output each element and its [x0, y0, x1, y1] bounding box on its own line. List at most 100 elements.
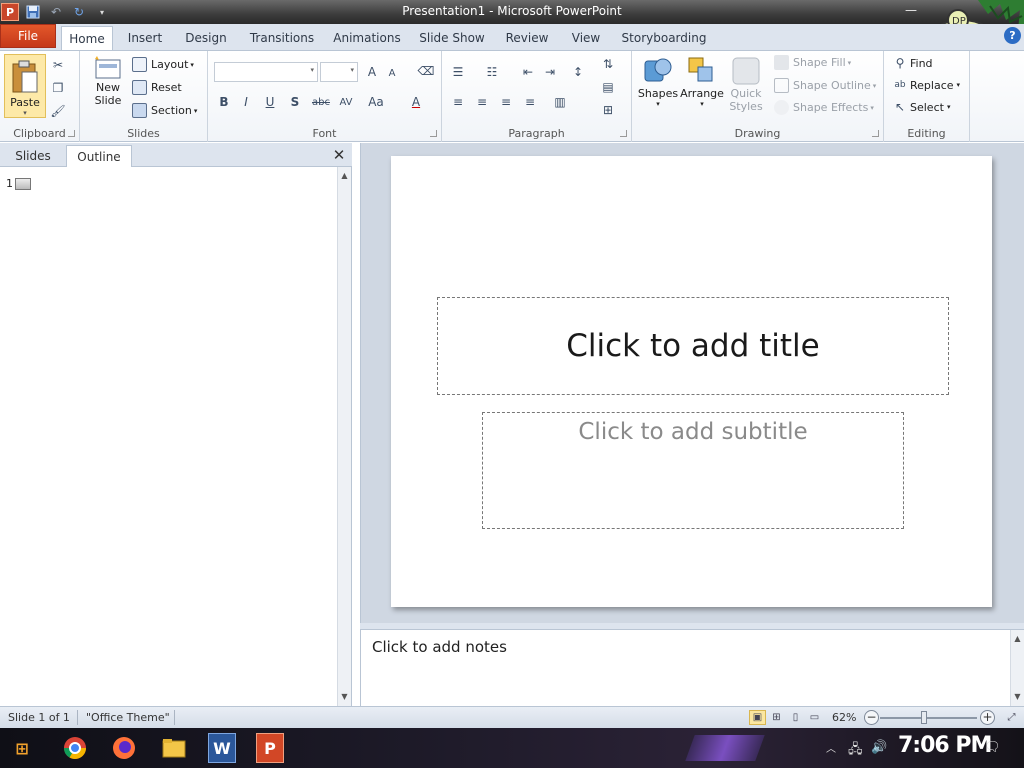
paragraph-launcher-icon[interactable]: [620, 130, 627, 137]
zoom-in-icon[interactable]: +: [980, 710, 995, 725]
strikethrough-button[interactable]: abc: [310, 94, 332, 110]
align-text-icon[interactable]: ▤: [600, 79, 616, 95]
select-button[interactable]: ↖ Select ▾: [892, 99, 950, 115]
reset-button[interactable]: Reset: [132, 80, 182, 95]
clipboard-launcher-icon[interactable]: [68, 130, 75, 137]
tab-slides[interactable]: Slides: [2, 145, 64, 167]
copy-icon[interactable]: ❐: [50, 80, 66, 96]
drawing-group-label: Drawing: [734, 127, 781, 140]
powerpoint-icon[interactable]: P: [256, 733, 284, 763]
volume-icon[interactable]: 🔊: [871, 740, 887, 755]
replace-button[interactable]: ab Replace ▾: [892, 77, 960, 93]
arrange-button[interactable]: Arrange ▾: [680, 55, 724, 121]
shape-outline-button[interactable]: Shape Outline ▾: [774, 78, 876, 93]
notes-scroll-down-icon[interactable]: ▼: [1011, 690, 1024, 704]
notes-placeholder[interactable]: Click to add notes: [372, 638, 507, 656]
normal-view-icon[interactable]: ▣: [749, 710, 766, 725]
shape-effects-icon: [774, 100, 789, 115]
quick-styles-button[interactable]: Quick Styles: [724, 55, 768, 121]
new-slide-button[interactable]: New Slide: [88, 55, 128, 121]
outline-slide-item[interactable]: 1: [6, 177, 31, 190]
drawing-launcher-icon[interactable]: [872, 130, 879, 137]
tab-storyboarding[interactable]: Storyboarding: [618, 26, 710, 50]
tray-overflow-icon[interactable]: ︿: [826, 740, 836, 755]
shapes-button[interactable]: Shapes ▾: [636, 55, 680, 121]
minimize-button[interactable]: —: [898, 3, 924, 21]
shape-effects-button[interactable]: Shape Effects ▾: [774, 100, 874, 115]
shrink-font-icon[interactable]: A: [384, 65, 400, 81]
scroll-down-icon[interactable]: ▼: [338, 690, 351, 704]
slide-sorter-view-icon[interactable]: ⊞: [768, 710, 785, 725]
file-tab[interactable]: File: [0, 24, 56, 48]
clear-formatting-icon[interactable]: ⌫: [418, 63, 435, 79]
zoom-level[interactable]: 62%: [832, 711, 856, 724]
italic-button[interactable]: I: [238, 94, 254, 110]
tab-transitions[interactable]: Transitions: [244, 26, 320, 50]
scroll-up-icon[interactable]: ▲: [338, 169, 351, 183]
arrange-icon: [688, 57, 713, 82]
align-center-icon[interactable]: ≡: [474, 94, 490, 110]
section-button[interactable]: Section ▾: [132, 103, 197, 118]
line-spacing-icon[interactable]: ↕: [570, 64, 586, 80]
chrome-icon[interactable]: [61, 733, 89, 763]
slide-show-view-icon[interactable]: ▭: [806, 710, 823, 725]
smartart-icon[interactable]: ⊞: [600, 102, 616, 118]
tab-review[interactable]: Review: [500, 26, 554, 50]
taskbar-clock[interactable]: 7:06 PM: [898, 733, 992, 758]
font-launcher-icon[interactable]: [430, 130, 437, 137]
align-left-icon[interactable]: ≡: [450, 94, 466, 110]
font-name-combo[interactable]: ▾: [214, 62, 318, 82]
theme-name[interactable]: "Office Theme": [86, 711, 170, 724]
cut-icon[interactable]: ✂: [50, 57, 66, 73]
format-painter-icon[interactable]: 🖌: [50, 103, 66, 119]
align-right-icon[interactable]: ≡: [498, 94, 514, 110]
notes-pane[interactable]: Click to add notes ▲ ▼: [360, 629, 1024, 706]
tab-slide-show[interactable]: Slide Show: [414, 26, 490, 50]
word-icon[interactable]: W: [208, 733, 236, 763]
zoom-slider-track[interactable]: [880, 717, 977, 719]
font-size-combo[interactable]: ▾: [320, 62, 358, 82]
zoom-slider-thumb[interactable]: [920, 711, 927, 724]
zoom-out-icon[interactable]: −: [864, 710, 879, 725]
bullets-icon[interactable]: ☰: [450, 64, 466, 80]
tab-view[interactable]: View: [563, 26, 609, 50]
slides-group-label: Slides: [127, 127, 160, 140]
fit-slide-icon[interactable]: ⤢: [1003, 710, 1020, 725]
increase-indent-icon[interactable]: ⇥: [542, 64, 558, 80]
notifications-icon[interactable]: 🗨: [984, 740, 1001, 755]
tab-home[interactable]: Home: [61, 26, 113, 51]
outline-scrollbar[interactable]: ▲ ▼: [337, 167, 351, 706]
decrease-indent-icon[interactable]: ⇤: [520, 64, 536, 80]
layout-button[interactable]: Layout ▾: [132, 57, 194, 72]
find-button[interactable]: ⚲ Find: [892, 55, 933, 71]
paste-button[interactable]: Paste ▾: [4, 54, 46, 118]
font-color-button[interactable]: A: [408, 94, 424, 110]
help-icon[interactable]: ?: [1004, 27, 1021, 44]
file-explorer-icon[interactable]: [160, 733, 188, 763]
start-button-icon[interactable]: ⊞: [8, 733, 36, 763]
text-direction-icon[interactable]: ⇅: [600, 56, 616, 72]
tab-design[interactable]: Design: [180, 26, 232, 50]
tab-animations[interactable]: Animations: [330, 26, 404, 50]
change-case-button[interactable]: Aa: [366, 94, 386, 110]
grow-font-icon[interactable]: A: [364, 64, 380, 80]
reading-view-icon[interactable]: ▯: [787, 710, 804, 725]
justify-icon[interactable]: ≡: [522, 94, 538, 110]
slides-outline-pane: Slides Outline ✕ 1 ▲ ▼: [0, 143, 352, 706]
bold-button[interactable]: B: [216, 94, 232, 110]
firefox-icon[interactable]: [110, 733, 138, 763]
tab-insert[interactable]: Insert: [120, 26, 170, 50]
notes-scrollbar[interactable]: ▲ ▼: [1010, 630, 1024, 706]
numbering-icon[interactable]: ☷: [484, 64, 500, 80]
subtitle-placeholder[interactable]: Click to add subtitle: [482, 412, 904, 529]
notes-scroll-up-icon[interactable]: ▲: [1011, 632, 1024, 646]
network-icon[interactable]: 🖧: [848, 740, 863, 762]
title-placeholder[interactable]: Click to add title: [437, 297, 949, 395]
tab-outline[interactable]: Outline: [66, 145, 132, 167]
columns-icon[interactable]: ▥: [552, 94, 568, 110]
character-spacing-button[interactable]: AV: [336, 94, 356, 110]
underline-button[interactable]: U: [262, 94, 278, 110]
close-pane-icon[interactable]: ✕: [330, 146, 348, 164]
shape-fill-button[interactable]: Shape Fill ▾: [774, 55, 851, 70]
text-shadow-button[interactable]: S: [287, 94, 303, 110]
